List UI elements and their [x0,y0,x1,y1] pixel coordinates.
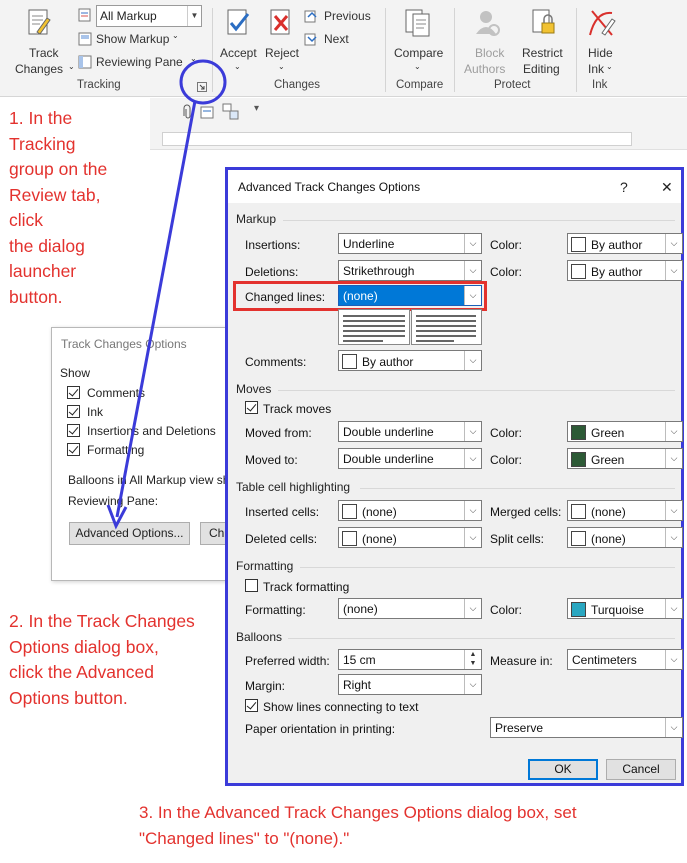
step3-line: 3. In the Advanced Track Changes Options… [139,803,577,822]
launcher-highlight-circle [179,59,227,105]
callout-overlay [106,59,227,530]
callout-arrow-line [115,100,197,518]
step3-annotation: 3. In the Advanced Track Changes Options… [139,800,687,852]
step3-line: "Changed lines" to "(none)." [139,829,350,848]
